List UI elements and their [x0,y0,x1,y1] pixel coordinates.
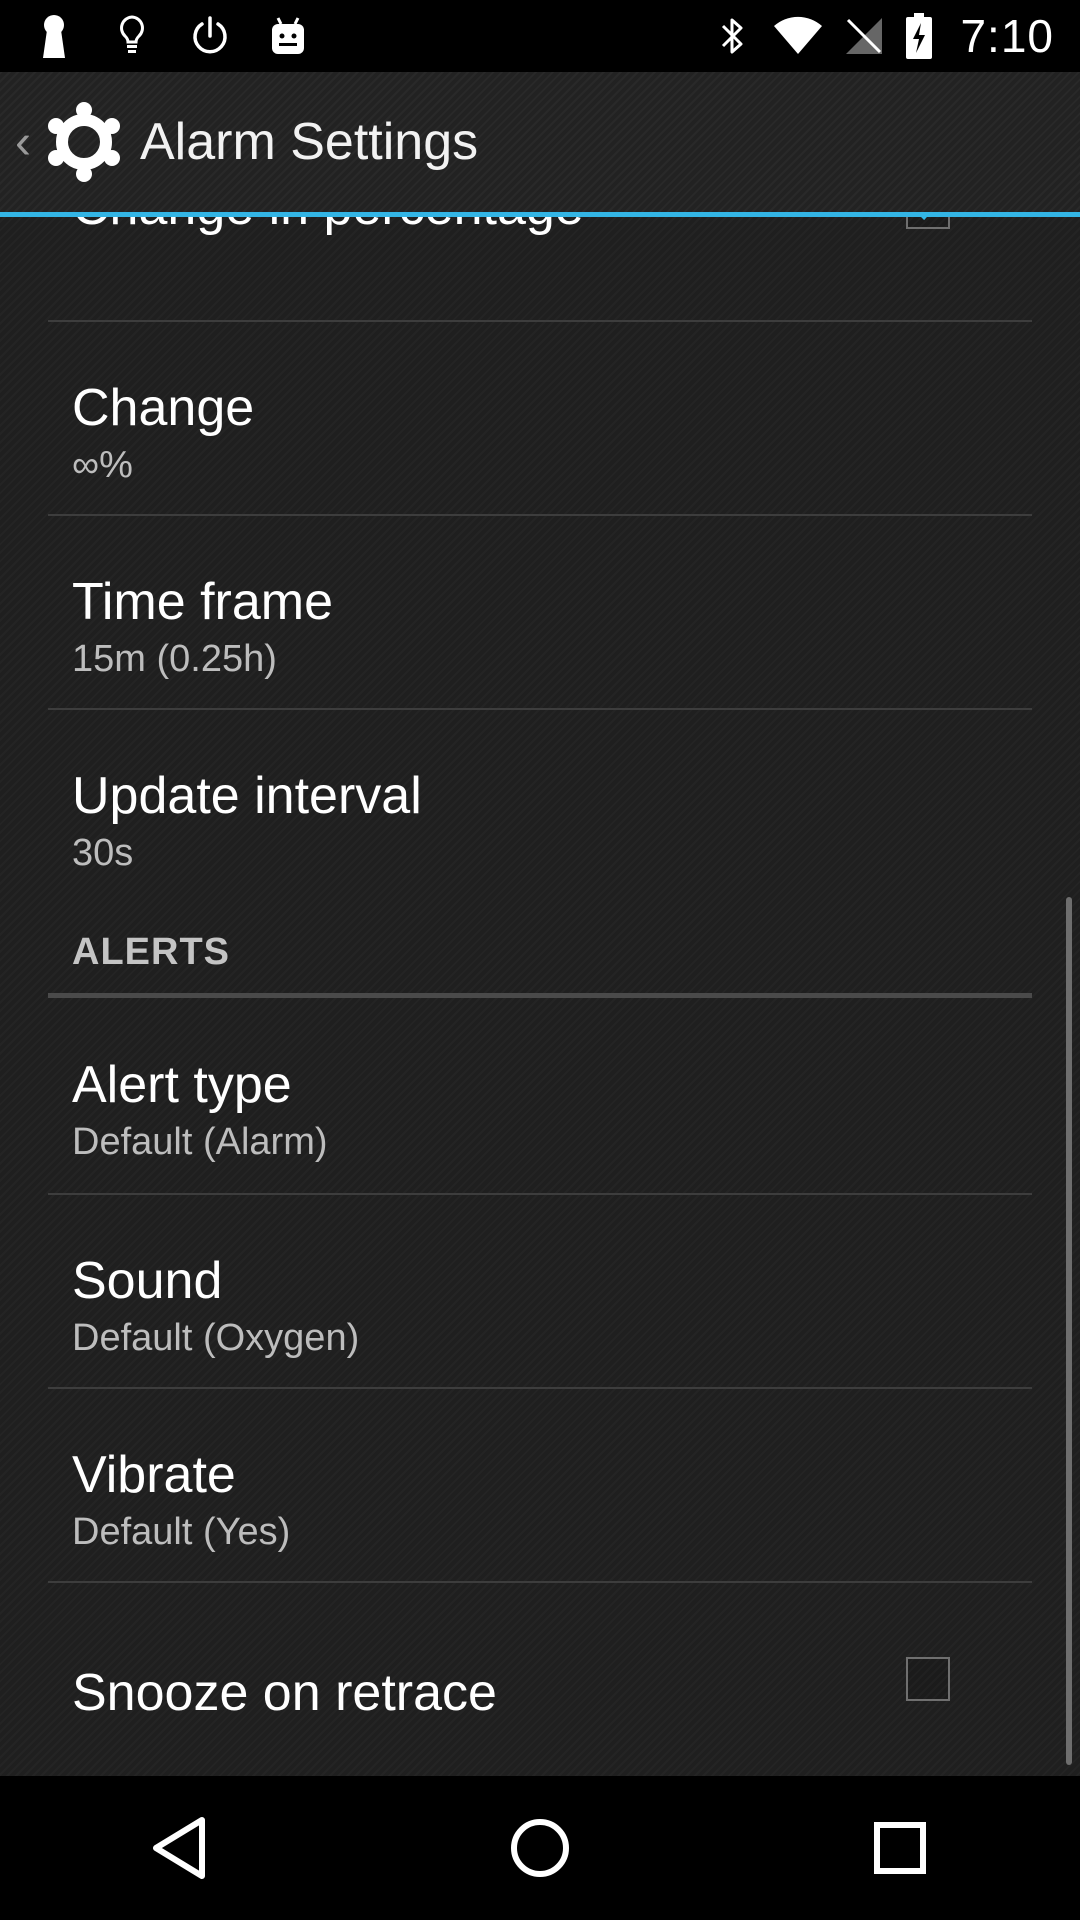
status-clock: 7:10 [960,10,1054,62]
pref-snooze-on-retrace[interactable]: Snooze on retrace [48,1583,1032,1775]
pref-title: Update interval [72,767,422,825]
battery-charging-icon [904,13,934,59]
status-right-icons: 7:10 [712,0,1080,72]
pref-summary: 15m (0.25h) [72,638,277,680]
pref-change-in-percentage[interactable]: Change in percentage [48,217,1032,277]
change-in-percentage-checkbox[interactable] [906,217,950,229]
lightbulb-icon [112,14,152,58]
page-title: Alarm Settings [140,113,479,171]
scrollbar[interactable] [1066,897,1072,1765]
pref-title: Alert type [72,1056,292,1114]
status-left-icons [0,0,308,72]
pref-sound[interactable]: Sound Default (Oxygen) [48,1195,1032,1387]
up-navigation-chevron-icon[interactable]: ‹ [8,115,38,170]
pref-change[interactable]: Change ∞% [48,322,1032,514]
pref-vibrate[interactable]: Vibrate Default (Yes) [48,1389,1032,1581]
no-signal-icon [844,14,884,58]
recents-icon[interactable] [820,1788,980,1908]
pref-title: Vibrate [72,1446,236,1504]
android-icon [268,14,308,58]
pref-summary: Default (Yes) [72,1511,291,1553]
pref-title: Change in percentage [72,217,584,237]
pref-update-interval[interactable]: Update interval 30s [48,710,1032,902]
category-alerts-header: ALERTS [72,931,230,973]
pref-summary: Default (Alarm) [72,1121,328,1163]
power-icon [190,14,230,58]
navigation-bar [0,1776,1080,1920]
alarm-settings-screen: 7:10 ‹ Alarm Settings Change in percenta… [0,0,1080,1920]
wifi-icon [772,14,824,58]
pref-title: Snooze on retrace [72,1664,497,1722]
bluetooth-icon [712,14,752,58]
status-bar: 7:10 [0,0,1080,72]
pref-summary: 30s [72,832,134,874]
pref-alert-type[interactable]: Alert type Default (Alarm) [48,999,1032,1191]
back-icon[interactable] [100,1788,260,1908]
pref-summary: Default (Oxygen) [72,1317,360,1359]
keyhole-icon [34,14,74,58]
pref-title: Change [72,379,255,437]
snooze-on-retrace-checkbox[interactable] [906,1657,950,1701]
pref-title: Time frame [72,573,333,631]
checkmark-icon [921,217,927,221]
gear-icon[interactable] [42,100,126,184]
category-divider [48,993,1032,998]
action-bar: ‹ Alarm Settings [0,72,1080,217]
pref-title: Sound [72,1252,223,1310]
pref-time-frame[interactable]: Time frame 15m (0.25h) [48,516,1032,708]
home-icon[interactable] [460,1788,620,1908]
preference-list[interactable]: Change in percentage Change ∞% Time fram… [0,217,1080,1777]
pref-summary: ∞% [72,444,133,486]
